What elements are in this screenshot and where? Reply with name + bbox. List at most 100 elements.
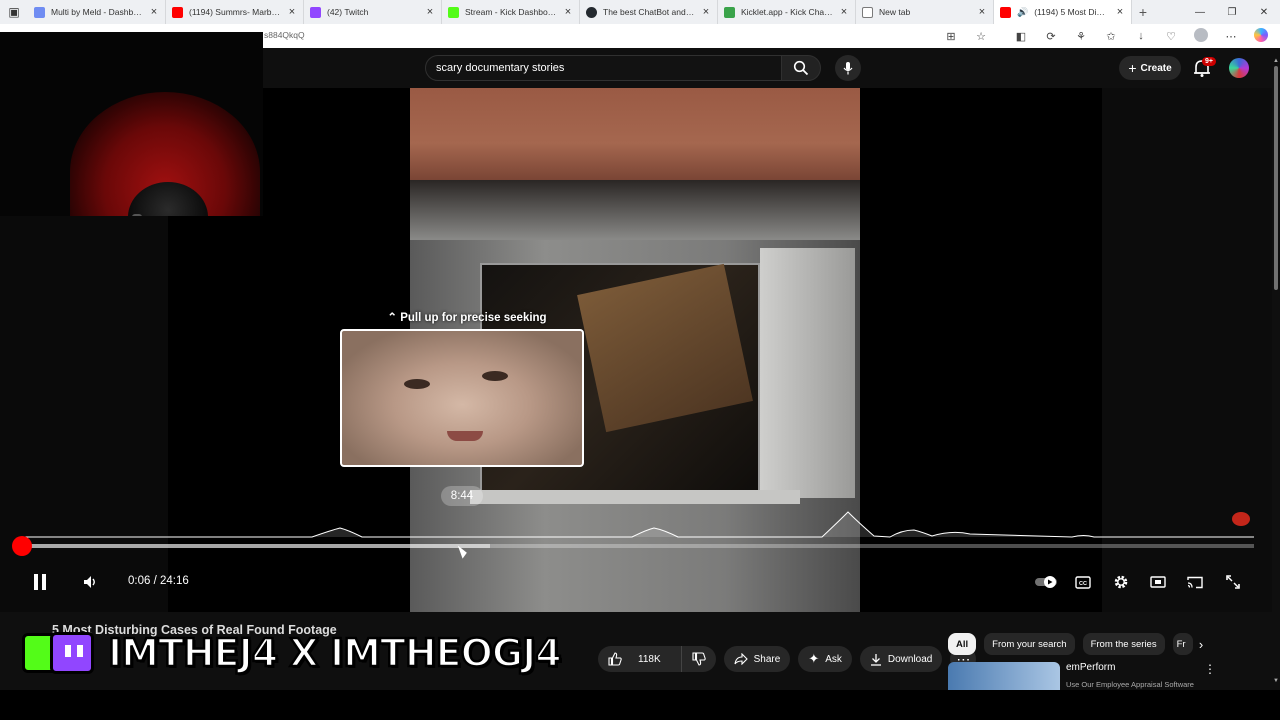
pause-button[interactable] [26, 568, 54, 596]
screen-bottom-edge [0, 690, 1280, 720]
double-chevron-up-icon: ⌃ [387, 312, 398, 324]
browser-tab-6[interactable]: New tab × [856, 0, 994, 24]
close-icon[interactable]: × [977, 6, 987, 18]
browser-tab-2[interactable]: (42) Twitch × [304, 0, 442, 24]
pause-icon [34, 574, 46, 590]
share-button[interactable]: Share [723, 646, 791, 672]
dislike-button[interactable] [680, 646, 716, 672]
more-vertical-icon[interactable]: ⋮ [1204, 662, 1216, 676]
microphone-icon [843, 62, 853, 75]
scrollbar-thumb[interactable] [1274, 66, 1278, 290]
seek-preview-thumbnail [340, 329, 584, 467]
share-icon [734, 653, 748, 665]
chip-from-the-series[interactable]: From the series [1082, 633, 1165, 655]
browser-tab-0[interactable]: Multi by Meld - Dashboard × [28, 0, 166, 24]
chevron-right-icon[interactable]: › [1192, 633, 1210, 655]
scroll-down-icon[interactable]: ▼ [1272, 678, 1280, 684]
cast-button[interactable] [1181, 568, 1209, 596]
like-button[interactable]: 118K [598, 646, 681, 672]
search-input[interactable]: scary documentary stories [425, 55, 783, 81]
minimize-icon[interactable]: — [1184, 0, 1216, 24]
search-query: scary documentary stories [436, 62, 565, 74]
tab-label: Kicklet.app - Kick Chatbot a [741, 7, 833, 17]
account-avatar[interactable] [1229, 58, 1249, 78]
volume-icon [84, 576, 95, 588]
like-dislike-group: 118K [598, 646, 716, 672]
thumbs-down-icon [692, 652, 706, 666]
close-icon[interactable]: × [425, 6, 435, 18]
speaker-icon[interactable]: 🔊 [1017, 7, 1028, 18]
tab-label: (42) Twitch [327, 7, 369, 17]
notification-count-badge: 9+ [1202, 57, 1216, 66]
recommended-subtitle: Use Our Employee Appraisal Software [1066, 680, 1194, 689]
volume-button[interactable] [76, 568, 104, 596]
chip-from-your-search[interactable]: From your search [984, 633, 1075, 655]
autoplay-toggle[interactable] [1032, 568, 1060, 596]
app-available-icon[interactable]: ⊞ [938, 30, 964, 43]
recommended-title[interactable]: emPerform [1066, 662, 1115, 673]
tab-label: The best ChatBot and Widg [603, 7, 695, 17]
new-tab-button[interactable]: + [1132, 4, 1154, 20]
browser-tab-5[interactable]: Kicklet.app - Kick Chatbot a × [718, 0, 856, 24]
github-icon [586, 6, 597, 18]
close-icon[interactable]: × [839, 6, 849, 18]
download-icon[interactable]: ↓ [1128, 30, 1154, 42]
chip-truncated[interactable]: Fr [1172, 633, 1193, 655]
browser-tab-1[interactable]: (1194) Summrs- Marble Flo × [166, 0, 304, 24]
tab-label: Multi by Meld - Dashboard [51, 7, 143, 17]
close-icon[interactable]: × [701, 6, 711, 18]
extension-puzzle-icon[interactable]: ⚘ [1068, 30, 1094, 43]
download-icon [870, 653, 881, 666]
browser-tab-4[interactable]: The best ChatBot and Widg × [580, 0, 718, 24]
tab-actions-icon[interactable]: ▣ [0, 0, 28, 24]
restore-icon[interactable]: ❐ [1216, 0, 1248, 24]
seek-hint-text: Pull up for precise seeking [400, 312, 547, 324]
profile-icon[interactable] [1188, 27, 1214, 45]
extensions-icon[interactable]: ⟳ [1038, 30, 1064, 43]
tab-label: Stream - Kick Dashboard [465, 7, 557, 17]
progress-scrubber[interactable] [12, 536, 32, 556]
theater-mode-icon [1150, 576, 1166, 588]
close-icon[interactable]: × [149, 6, 159, 18]
download-button[interactable]: Download [859, 646, 943, 672]
video-mailbox-door [760, 248, 855, 498]
chip-all[interactable]: All [948, 633, 977, 655]
streamer-webcam [0, 32, 263, 216]
browser-tab-7[interactable]: 🔊 (1194) 5 Most Disturbi × [994, 0, 1132, 24]
url-text[interactable]: s884QkqQ [264, 30, 305, 40]
tab-favicon [34, 6, 45, 18]
theater-mode-button[interactable] [1144, 568, 1172, 596]
kicklet-icon [724, 6, 735, 18]
subtitles-button[interactable]: CC [1069, 568, 1097, 596]
close-window-icon[interactable]: ✕ [1248, 0, 1280, 24]
close-icon[interactable]: × [287, 6, 297, 18]
settings-button[interactable] [1107, 568, 1135, 596]
ask-button[interactable]: ✦ Ask [798, 646, 852, 672]
more-options-icon[interactable]: ⋯ [1218, 30, 1244, 43]
voice-search-button[interactable] [835, 55, 861, 81]
player-controls: 0:06 / 24:16 CC [0, 562, 1272, 602]
browser-tab-3[interactable]: Stream - Kick Dashboard × [442, 0, 580, 24]
scroll-up-icon[interactable]: ▲ [1272, 58, 1280, 64]
video-ledge [410, 180, 860, 240]
tab-label: New tab [879, 7, 911, 17]
page-scrollbar[interactable]: ▲ ▼ [1272, 48, 1280, 690]
close-icon[interactable]: × [1115, 6, 1125, 18]
related-filter-chips: All From your search From the series Fr [948, 633, 1193, 655]
favorite-star-icon[interactable]: ☆ [968, 30, 994, 43]
progress-bar[interactable] [22, 544, 1254, 548]
preview-mouth [447, 431, 483, 441]
copilot-icon[interactable] [1248, 27, 1274, 45]
browser-essentials-icon[interactable]: ♡ [1158, 30, 1184, 43]
favorites-icon[interactable]: ✩ [1098, 30, 1124, 43]
search-button[interactable] [781, 55, 821, 81]
sparkle-icon: ✦ [808, 651, 820, 666]
fullscreen-button[interactable] [1219, 568, 1247, 596]
youtube-icon [172, 6, 183, 18]
create-button[interactable]: + Create [1119, 56, 1181, 80]
split-screen-icon[interactable]: ◧ [1008, 30, 1034, 43]
autoplay-icon [1035, 576, 1057, 588]
recommended-thumbnail[interactable] [948, 662, 1060, 690]
close-icon[interactable]: × [563, 6, 573, 18]
browser-tab-strip: ▣ Multi by Meld - Dashboard × (1194) Sum… [0, 0, 1280, 24]
